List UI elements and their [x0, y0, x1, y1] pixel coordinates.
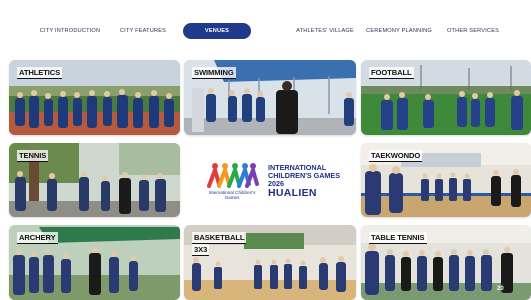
nav-athletes-village[interactable]: ATHLETES' VILLAGE — [290, 23, 360, 39]
venue-tile-athletics[interactable]: ATHLETICS — [9, 60, 180, 135]
games-logo-panel: International Children's Games INTERNATI… — [184, 143, 356, 217]
venue-label-basketball-3x3: 3X3 — [192, 244, 210, 256]
venue-label-taekwondo: TAEKWONDO — [369, 150, 423, 162]
logo-title: INTERNATIONAL CHILDREN'S GAMES 2026 — [268, 163, 340, 188]
venue-label-athletics: ATHLETICS — [17, 67, 63, 79]
venue-tile-table-tennis[interactable]: TABLE TENNIS — [361, 225, 531, 300]
venue-label-basketball: BASKETBALL — [192, 232, 247, 244]
logo-brand-text: International Children's Games — [208, 190, 256, 200]
venue-tile-tennis[interactable]: TENNIS — [9, 143, 180, 217]
nav-ceremony-planning[interactable]: CEREMONY PLANNING — [364, 23, 434, 39]
logo-city: HUALIEN — [268, 187, 317, 199]
nav-other-services[interactable]: OTHER SERVICES — [440, 23, 506, 39]
venue-tile-archery[interactable]: ARCHERY — [9, 225, 180, 300]
nav-venues[interactable]: VENUES — [183, 23, 251, 39]
venue-label-swimming: SWIMMING — [192, 67, 236, 79]
venue-label-archery: ARCHERY — [17, 232, 58, 244]
venue-tile-football[interactable]: FOOTBALL — [361, 60, 531, 135]
page-number: 20 — [497, 286, 504, 292]
nav-city-introduction[interactable]: CITY INTRODUCTION — [30, 23, 110, 39]
venue-label-football: FOOTBALL — [369, 67, 414, 79]
venue-label-table-tennis: TABLE TENNIS — [369, 232, 427, 244]
venue-tile-taekwondo[interactable]: TAEKWONDO — [361, 143, 531, 217]
nav-city-features[interactable]: CITY FEATURES — [112, 23, 174, 39]
venue-label-tennis: TENNIS — [17, 150, 49, 162]
venue-tile-basketball-3x3[interactable]: BASKETBALL 3X3 — [184, 225, 356, 300]
venue-tile-swimming[interactable]: SWIMMING — [184, 60, 356, 135]
top-navigation: CITY INTRODUCTION CITY FEATURES VENUES A… — [0, 0, 531, 56]
